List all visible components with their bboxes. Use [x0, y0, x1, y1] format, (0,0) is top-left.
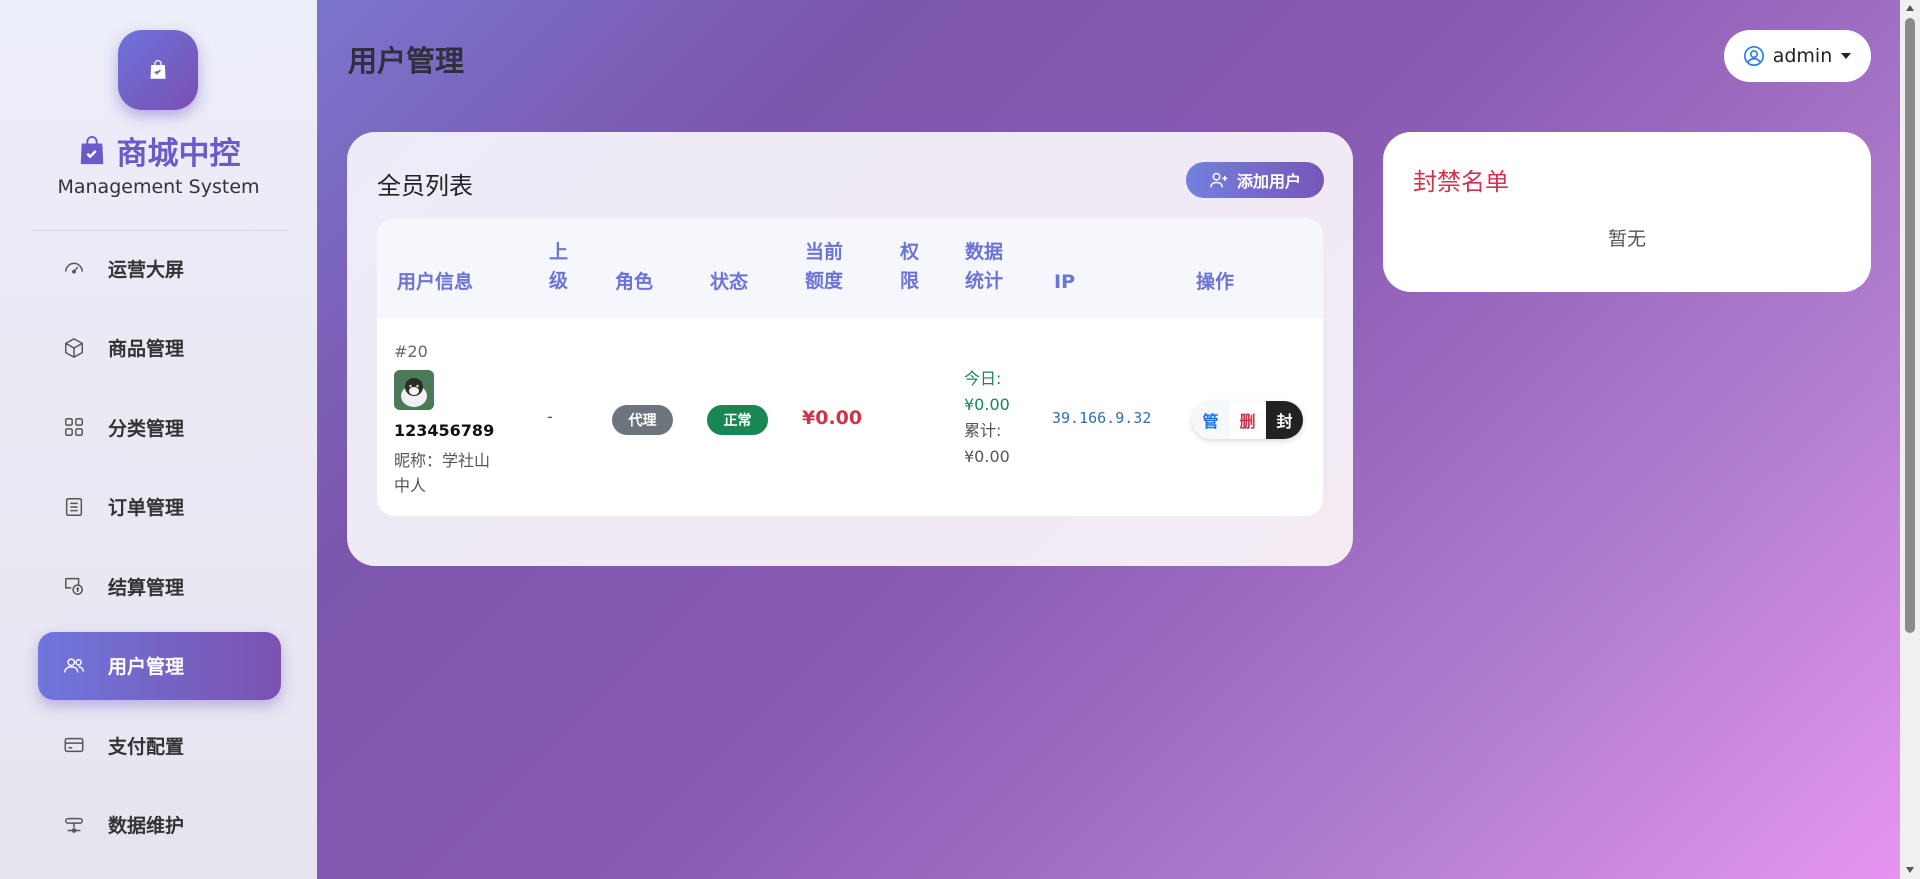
user-list-card: 全员列表 添加用户 用户信息 上 级 角色 状态 当前 额度 权 限 数据 统计: [347, 132, 1353, 566]
col-user-info: 用户信息: [397, 271, 474, 293]
username: 123456789: [394, 421, 495, 440]
col-superior-line: 上: [549, 241, 569, 263]
role-badge: 代理: [612, 405, 673, 435]
col-stats-line: 统计: [965, 270, 1004, 292]
card-title: 全员列表: [377, 172, 473, 200]
sidebar-item-products[interactable]: 商品管理: [38, 314, 281, 382]
nickname-line: 中人: [394, 476, 427, 495]
logo-badge: [118, 30, 198, 110]
col-role: 角色: [615, 271, 654, 293]
sidebar-item-label: 分类管理: [108, 417, 185, 440]
ban-button[interactable]: 封: [1266, 401, 1303, 439]
user-menu-button[interactable]: admin: [1724, 30, 1871, 82]
table-header: 用户信息 上 级 角色 状态 当前 额度 权 限 数据 统计 IP 操作: [377, 218, 1323, 318]
user-id: #20: [394, 342, 428, 361]
stat-total-value: ¥0.00: [964, 447, 1010, 466]
col-quota: 当前 额度: [805, 238, 843, 296]
list-icon: [62, 495, 86, 519]
sidebar-item-payment[interactable]: 支付配置: [38, 711, 281, 779]
caret-down-icon: [1841, 53, 1852, 59]
brand: 商城中控: [0, 128, 317, 173]
add-user-label: 添加用户: [1236, 172, 1301, 191]
scroll-up-icon: [1906, 5, 1914, 11]
banned-title: 封禁名单: [1413, 168, 1509, 196]
quota-value: ¥0.00: [802, 407, 863, 429]
col-quota-line: 额度: [805, 270, 844, 292]
col-superior: 上 级: [549, 238, 571, 296]
col-permission-line: 限: [900, 270, 920, 292]
sidebar-item-categories[interactable]: 分类管理: [38, 393, 281, 461]
col-permission: 权 限: [900, 238, 919, 296]
user-table: 用户信息 上 级 角色 状态 当前 额度 权 限 数据 统计 IP 操作 #20…: [377, 218, 1323, 516]
credit-card-icon: [62, 733, 86, 757]
col-ip: IP: [1054, 271, 1075, 293]
brand-subtitle: Management System: [57, 176, 260, 198]
row-actions: 管 删 封: [1192, 401, 1303, 439]
stat-total-label: 累计:: [964, 421, 1002, 440]
delete-button[interactable]: 删: [1229, 401, 1266, 439]
sidebar-item-label: 支付配置: [108, 735, 185, 758]
brand-title: 商城中控: [116, 136, 241, 172]
sliders-icon: [62, 813, 86, 837]
col-stats: 数据 统计: [965, 238, 1003, 296]
people-icon: [62, 654, 86, 678]
nickname-line: 昵称：学社山: [394, 451, 491, 470]
sidebar: 商城中控 Management System 运营大屏 商品管理 分类管理 订单…: [0, 0, 317, 879]
col-permission-line: 权: [900, 241, 920, 263]
ip-value: 39.166.9.32: [1052, 409, 1152, 427]
sidebar-item-label: 商品管理: [108, 338, 185, 360]
user-circle-icon: [1743, 46, 1764, 66]
speedometer-icon: [62, 256, 86, 280]
col-stats-line: 数据: [965, 241, 1004, 263]
box-icon: [62, 336, 86, 360]
shopping-bag-icon: [80, 135, 103, 164]
shopping-bag-icon: [150, 60, 166, 79]
empty-state: 暂无: [1607, 228, 1646, 250]
person-plus-icon: [1210, 172, 1228, 188]
stat-today-label: 今日:: [964, 369, 1002, 388]
cash-icon: [62, 574, 86, 598]
sidebar-item-label: 数据维护: [108, 815, 185, 837]
page-scrollbar[interactable]: [1900, 0, 1920, 879]
sidebar-item-orders[interactable]: 订单管理: [38, 473, 281, 541]
sidebar-item-label: 用户管理: [108, 656, 185, 678]
page-title: 用户管理: [348, 44, 465, 78]
col-status: 状态: [710, 271, 749, 293]
sidebar-nav: 运营大屏 商品管理 分类管理 订单管理 结算管理 用户管理 支付配置 数据维护: [38, 234, 281, 870]
sidebar-divider: [32, 230, 288, 231]
scroll-down-icon: [1906, 867, 1914, 873]
stat-today-value: ¥0.00: [964, 395, 1010, 414]
sidebar-item-dashboard[interactable]: 运营大屏: [38, 234, 281, 302]
superior-value: -: [547, 407, 553, 426]
sidebar-item-label: 运营大屏: [108, 258, 185, 281]
sidebar-item-data-maintenance[interactable]: 数据维护: [38, 791, 281, 859]
col-superior-line: 级: [549, 270, 569, 292]
sidebar-item-users[interactable]: 用户管理: [38, 631, 281, 700]
username-label: admin: [1772, 45, 1833, 67]
scroll-thumb[interactable]: [1905, 18, 1915, 633]
col-quota-line: 当前: [805, 241, 844, 263]
status-badge: 正常: [707, 405, 768, 435]
sidebar-item-label: 订单管理: [108, 497, 185, 519]
sidebar-item-label: 结算管理: [108, 576, 185, 599]
add-user-button[interactable]: 添加用户: [1186, 162, 1324, 198]
col-actions: 操作: [1196, 271, 1235, 293]
grid-icon: [62, 415, 86, 439]
banned-list-card: 封禁名单 暂无: [1383, 132, 1871, 292]
manage-button[interactable]: 管: [1192, 401, 1229, 439]
sidebar-item-settlement[interactable]: 结算管理: [38, 552, 281, 620]
user-avatar: [394, 370, 434, 410]
